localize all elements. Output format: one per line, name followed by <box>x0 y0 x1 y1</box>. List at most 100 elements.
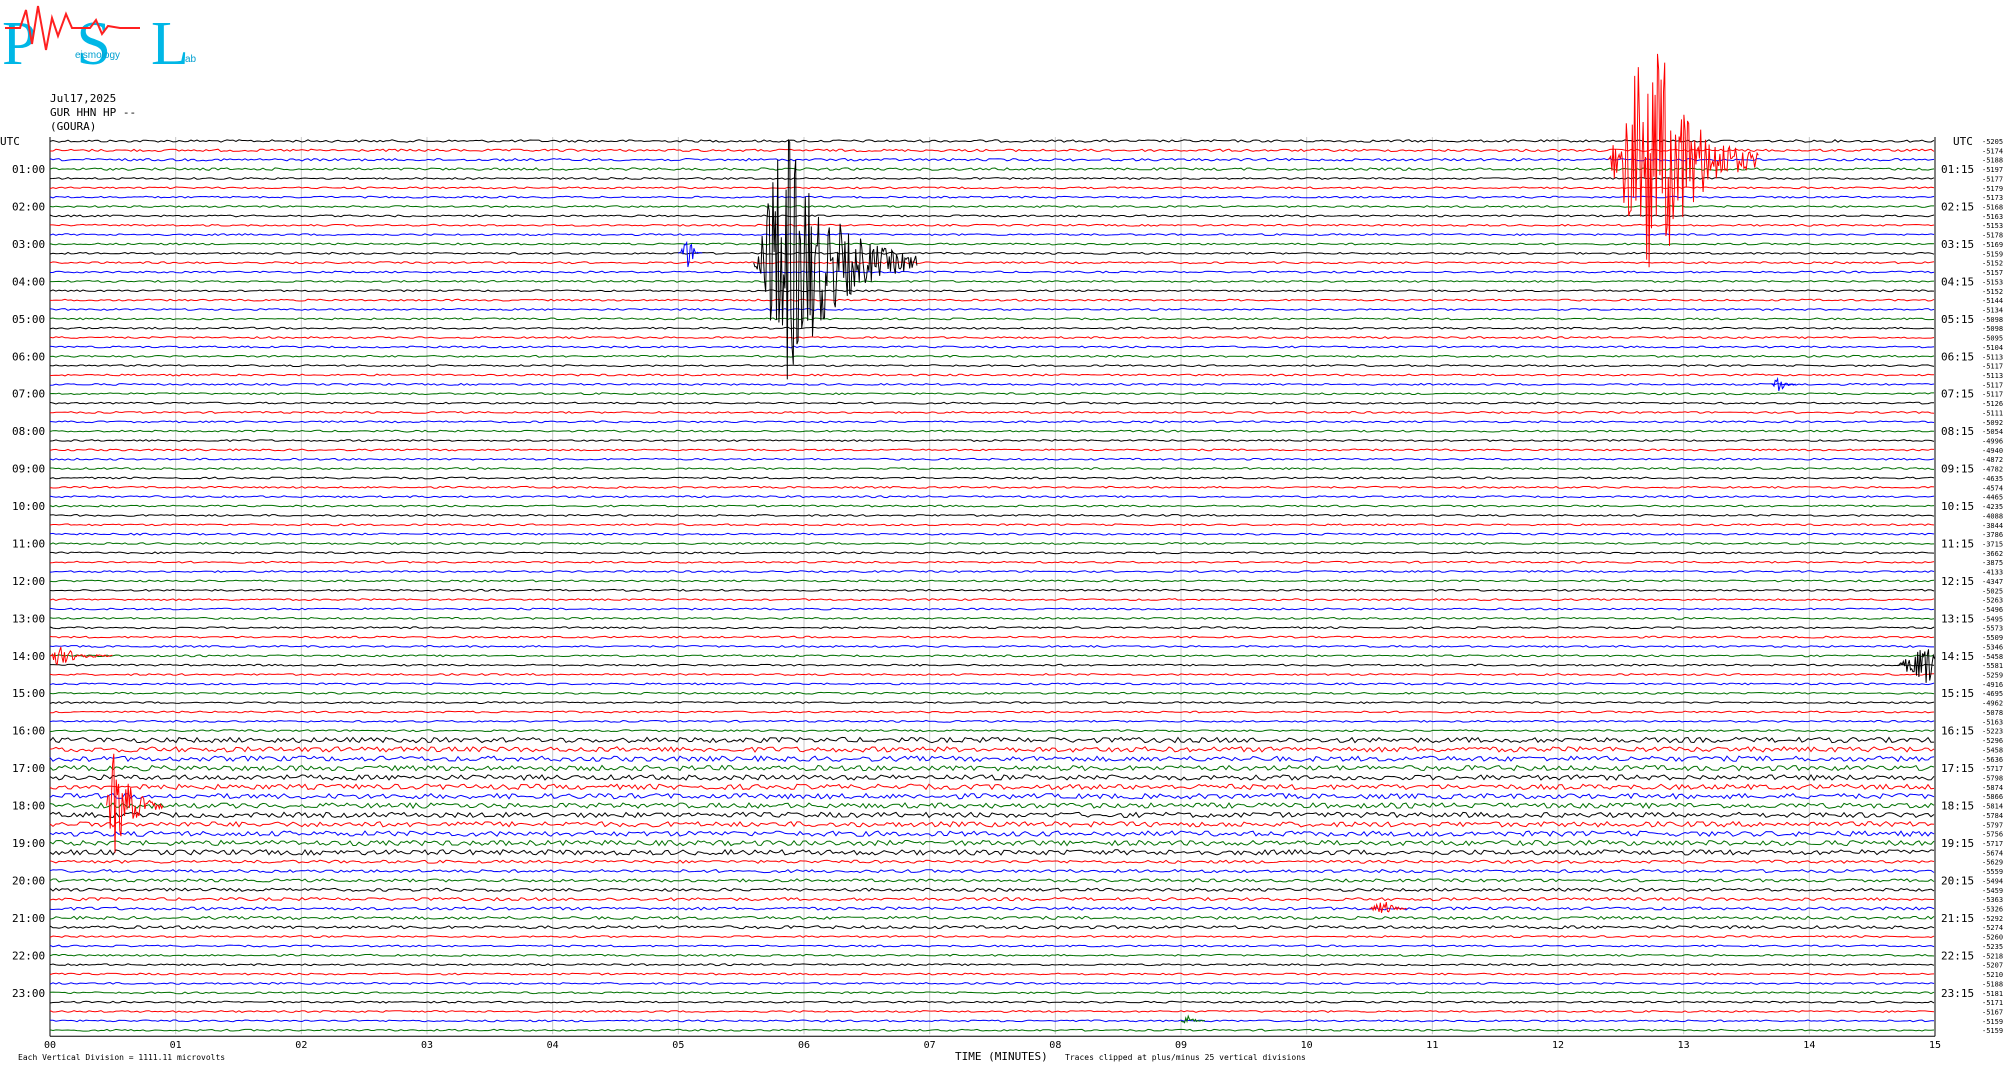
trace-offset-label: -5126 <box>1982 400 2003 408</box>
trace-offset-label: -5152 <box>1982 260 2003 268</box>
x-tick-label: 07 <box>924 1040 936 1051</box>
trace-offset-label: -3662 <box>1982 550 2003 558</box>
trace-line <box>49 981 1935 985</box>
trace-line <box>49 167 1935 171</box>
trace-line <box>49 326 1935 330</box>
trace-line <box>49 532 1935 536</box>
event-waveform <box>106 753 164 853</box>
right-hour-label: 05:15 <box>1941 313 1974 326</box>
trace-offset-label: -5717 <box>1982 840 2003 848</box>
trace-line <box>49 925 1935 930</box>
trace-offset-label: -5157 <box>1982 269 2003 277</box>
trace-line <box>49 457 1935 461</box>
trace-offset-label: -5181 <box>1982 990 2003 998</box>
trace-offset-label: -4088 <box>1982 512 2003 520</box>
trace-offset-label: -5756 <box>1982 831 2003 839</box>
trace-offset-label: -4962 <box>1982 700 2003 708</box>
trace-line <box>49 906 1935 911</box>
trace-line <box>49 579 1935 583</box>
trace-line <box>49 859 1935 864</box>
right-hour-label: 20:15 <box>1941 874 1974 887</box>
trace-offset-label: -5459 <box>1982 887 2003 895</box>
trace-offset-label: -5025 <box>1982 587 2003 595</box>
right-hour-label: 15:15 <box>1941 687 1974 700</box>
trace-line <box>49 157 1935 162</box>
trace-offset-label: -5098 <box>1982 325 2003 333</box>
trace-line <box>49 570 1935 574</box>
right-hour-label: 22:15 <box>1941 949 1974 962</box>
trace-offset-label: -5078 <box>1982 709 2003 717</box>
left-hour-label: 03:00 <box>12 238 45 251</box>
trace-line <box>49 729 1935 733</box>
x-tick-label: 15 <box>1929 1040 1941 1051</box>
trace-line <box>49 972 1935 976</box>
event-waveform <box>1369 901 1407 913</box>
trace-line <box>49 673 1935 676</box>
trace-offset-label: -5260 <box>1982 934 2003 942</box>
trace-line <box>49 242 1935 246</box>
trace-line <box>49 736 1935 744</box>
trace-offset-label: -5363 <box>1982 896 2003 904</box>
trace-offset-label: -5458 <box>1982 653 2003 661</box>
trace-line <box>49 233 1935 237</box>
right-hour-label: 17:15 <box>1941 762 1974 775</box>
trace-line <box>49 261 1935 265</box>
x-tick-label: 02 <box>295 1040 307 1051</box>
trace-offset-label: -5797 <box>1982 821 2003 829</box>
trace-offset-label: -5629 <box>1982 859 2003 867</box>
trace-line <box>49 764 1935 772</box>
left-utc-title: UTC <box>0 135 20 148</box>
event-waveform <box>753 138 918 380</box>
right-hour-label: 19:15 <box>1941 837 1974 850</box>
trace-offset-label: -5153 <box>1982 278 2003 286</box>
trace-line <box>49 746 1935 753</box>
trace-offset-label: -5292 <box>1982 915 2003 923</box>
right-utc-title: UTC <box>1953 135 1973 148</box>
trace-offset-label: -5495 <box>1982 615 2003 623</box>
trace-line <box>49 523 1935 527</box>
left-hour-label: 20:00 <box>12 874 45 887</box>
trace-offset-label: -5159 <box>1982 250 2003 258</box>
trace-offset-label: -5098 <box>1982 316 2003 324</box>
trace-line <box>49 887 1935 892</box>
trace-line <box>49 354 1935 358</box>
right-hour-label: 03:15 <box>1941 238 1974 251</box>
trace-line <box>49 691 1935 695</box>
event-signals <box>50 53 1935 1024</box>
trace-line <box>49 336 1935 340</box>
trace-line <box>49 915 1935 921</box>
x-tick-label: 13 <box>1678 1040 1690 1051</box>
trace-offset-label: -3875 <box>1982 559 2003 567</box>
trace-line <box>49 298 1935 302</box>
trace-line <box>50 710 1935 714</box>
trace-line <box>49 626 1935 630</box>
left-hour-label: 21:00 <box>12 912 45 925</box>
trace-line <box>49 251 1935 255</box>
trace-line <box>49 802 1935 810</box>
right-hour-label: 02:15 <box>1941 201 1974 214</box>
trace-line <box>49 644 1934 648</box>
trace-line <box>49 448 1935 452</box>
trace-line <box>49 792 1935 800</box>
trace-offset-label: -5717 <box>1982 765 2003 773</box>
trace-line <box>49 420 1935 424</box>
trace-offset-label: -3715 <box>1982 540 2003 548</box>
trace-offset-label: -4465 <box>1982 494 2003 502</box>
trace-line <box>49 848 1935 856</box>
trace-line <box>49 1028 1935 1032</box>
left-hour-label: 15:00 <box>12 687 45 700</box>
trace-line <box>49 476 1935 480</box>
left-hour-label: 11:00 <box>12 537 45 550</box>
trace-line <box>49 317 1935 321</box>
trace-offset-label: -3844 <box>1982 522 2003 530</box>
left-hour-label: 23:00 <box>12 987 45 1000</box>
trace-offset-label: -5210 <box>1982 971 2003 979</box>
trace-offset-label: -5814 <box>1982 803 2003 811</box>
trace-offset-label: -5559 <box>1982 868 2003 876</box>
trace-line <box>49 308 1935 311</box>
trace-offset-label: -4133 <box>1982 569 2003 577</box>
left-hour-label: 05:00 <box>12 313 45 326</box>
trace-offset-label: -5205 <box>1982 138 2003 146</box>
trace-offset-label: -5104 <box>1982 344 2003 352</box>
x-tick-label: 05 <box>672 1040 684 1051</box>
